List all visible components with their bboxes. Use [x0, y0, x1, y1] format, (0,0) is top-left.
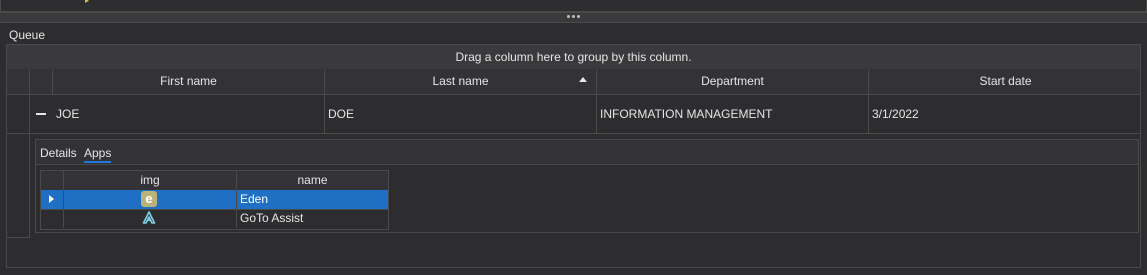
apps-header-indicator-spacer	[41, 171, 64, 190]
app-img-cell[interactable]	[64, 209, 237, 228]
detail-tabs: Details Apps	[36, 140, 1138, 165]
row-indicator-cell	[41, 190, 64, 209]
detail-tab-panel: Details Apps img name e Eden GoTo Assist	[35, 139, 1139, 233]
apps-column-header-img[interactable]: img	[64, 171, 237, 190]
apps-grid: img name e Eden GoTo Assist	[40, 170, 389, 230]
panel-splitter[interactable]	[0, 12, 1147, 23]
group-by-panel[interactable]: Drag a column here to group by this colu…	[7, 45, 1140, 70]
detail-indent-divider-bottom	[7, 237, 30, 238]
row-indicator-cell	[41, 209, 64, 228]
column-header-last-name-label: Last name	[432, 74, 489, 88]
row-expand-spacer	[7, 95, 30, 133]
goto-assist-icon	[142, 211, 156, 224]
apps-column-header-name[interactable]: name	[237, 171, 388, 190]
column-header-start-date[interactable]: Start date	[869, 69, 1142, 94]
tab-apps[interactable]: Apps	[84, 145, 112, 163]
apps-grid-header-row: img name	[41, 171, 388, 191]
column-header-last-name[interactable]: Last name	[325, 69, 597, 94]
app-img-cell[interactable]: e	[64, 190, 237, 209]
queue-grid: Drag a column here to group by this colu…	[6, 44, 1141, 268]
header-expand-spacer	[7, 69, 30, 94]
column-header-department[interactable]: Department	[597, 69, 869, 94]
app-name-cell[interactable]: Eden	[237, 190, 388, 209]
apps-table-row[interactable]: e Eden	[41, 190, 388, 210]
sort-ascending-icon	[579, 77, 587, 82]
current-row-arrow-icon	[49, 195, 54, 203]
header-indicator-spacer	[30, 69, 53, 94]
cursor-fragment-icon: ▸	[85, 0, 90, 5]
grid-header-row: First name Last name Department Start da…	[7, 69, 1140, 95]
eden-app-icon: e	[141, 191, 157, 207]
detail-indent-divider	[29, 134, 30, 237]
collapse-row-icon[interactable]	[36, 95, 46, 133]
app-name-cell[interactable]: GoTo Assist	[237, 209, 388, 228]
column-header-first-name[interactable]: First name	[53, 69, 325, 94]
apps-table-row[interactable]: GoTo Assist	[41, 209, 388, 228]
cell-last-name[interactable]: DOE	[325, 95, 597, 133]
top-panel: ▸	[0, 0, 1147, 12]
tab-details[interactable]: Details	[40, 145, 77, 161]
cell-start-date[interactable]: 3/1/2022	[869, 95, 1142, 133]
splitter-grip-icon[interactable]	[567, 15, 580, 18]
queue-title: Queue	[9, 28, 46, 42]
cell-department[interactable]: INFORMATION MANAGEMENT	[597, 95, 869, 133]
cell-first-name[interactable]: JOE	[53, 95, 325, 133]
table-row[interactable]: JOE DOE INFORMATION MANAGEMENT 3/1/2022	[7, 95, 1140, 134]
row-detail-area: Details Apps img name e Eden GoTo Assist	[7, 134, 1140, 238]
